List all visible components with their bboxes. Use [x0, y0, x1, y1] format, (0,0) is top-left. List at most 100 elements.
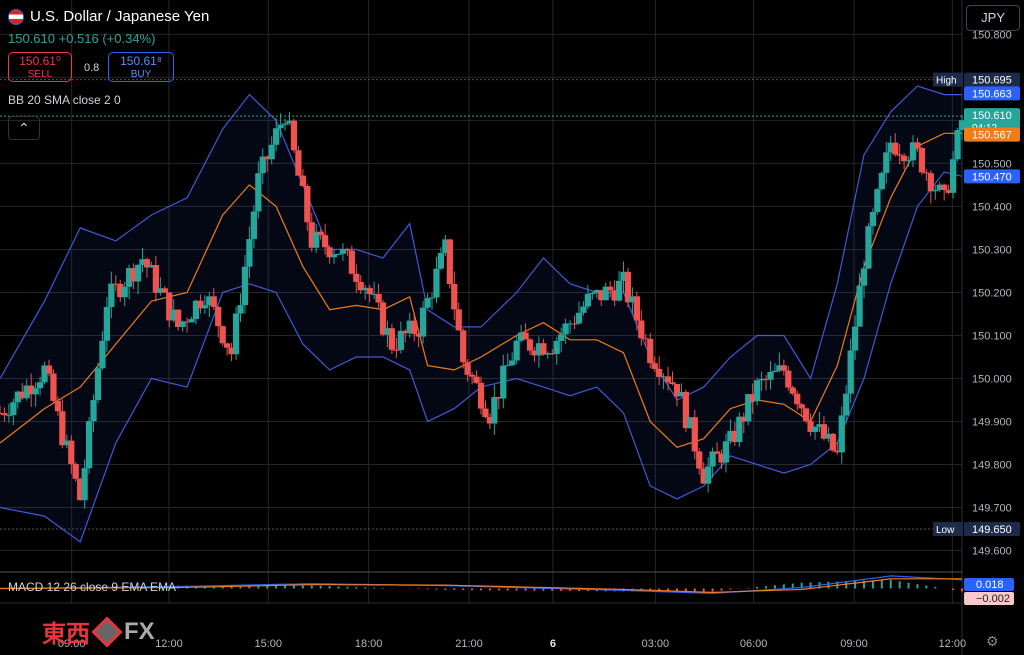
- candle-body: [526, 339, 534, 351]
- bollinger-indicator-label[interactable]: BB 20 SMA close 2 0: [8, 93, 121, 107]
- price-tag-value: 150.663: [972, 88, 1012, 100]
- candle-body: [451, 284, 458, 310]
- candle-body: [513, 340, 520, 361]
- candle-body: [954, 129, 961, 160]
- price-tag-value: 150.470: [972, 171, 1012, 183]
- candle-body: [428, 297, 436, 299]
- candle-body: [464, 362, 471, 375]
- sell-price: 150.61⁰: [19, 54, 61, 68]
- currency-select-button[interactable]: JPY: [966, 5, 1020, 31]
- candle-body: [713, 451, 721, 454]
- candle-body: [299, 175, 306, 186]
- candle-body: [918, 148, 926, 173]
- logo-diamond-icon: [91, 615, 123, 648]
- candle-body: [59, 411, 66, 446]
- collapse-legend-button[interactable]: ⌃: [8, 116, 40, 140]
- candle-body: [932, 190, 939, 192]
- x-tick-label: 09:00: [840, 638, 868, 650]
- candle-body: [509, 360, 516, 366]
- price-tag-label: High: [936, 76, 957, 87]
- candle-body: [656, 368, 663, 377]
- candle-body: [607, 286, 614, 291]
- gear-icon[interactable]: ⚙: [986, 633, 999, 650]
- brand-cjk: 東西: [42, 621, 90, 648]
- candle-body: [949, 159, 957, 193]
- candle-body: [927, 173, 934, 192]
- candle-body: [411, 320, 418, 334]
- candle-body: [295, 150, 302, 176]
- candle-body: [50, 373, 57, 401]
- candle-body: [874, 189, 881, 212]
- candle-body: [446, 239, 453, 285]
- y-tick-label: 149.800: [972, 459, 1012, 471]
- candle-body: [241, 266, 249, 306]
- candle-body: [504, 365, 511, 367]
- buy-button[interactable]: 150.61⁸ BUY: [108, 52, 174, 82]
- y-tick-label: 150.000: [972, 373, 1012, 385]
- candle-body: [892, 142, 899, 155]
- candle-body: [108, 283, 115, 307]
- candle-body: [883, 152, 890, 173]
- candle-body: [348, 250, 355, 274]
- candle-body: [722, 441, 730, 463]
- x-tick-label: 06:00: [740, 638, 768, 650]
- candle-body: [210, 296, 217, 307]
- candle-body: [477, 382, 485, 409]
- candle-body: [794, 393, 801, 405]
- price-tag-value: 150.567: [972, 130, 1012, 142]
- symbol-legend: U.S. Dollar / Japanese Yen: [8, 8, 209, 25]
- candle-body: [571, 323, 578, 325]
- candle-body: [941, 184, 948, 190]
- x-tick-label: 6: [550, 638, 556, 650]
- candle-body: [553, 340, 560, 355]
- brand-fx: FX: [124, 617, 155, 645]
- candle-body: [696, 451, 703, 469]
- candle-body: [865, 226, 872, 269]
- candle-body: [72, 463, 79, 479]
- candle-body: [669, 382, 676, 385]
- candle-body: [366, 287, 373, 295]
- macd-indicator-label[interactable]: MACD 12 26 close 9 EMA EMA: [8, 580, 176, 594]
- price-change-quote: 150.610 +0.516 (+0.34%): [8, 31, 156, 46]
- candle-body: [32, 388, 39, 395]
- candle-body: [94, 368, 102, 401]
- candle-body: [847, 350, 854, 394]
- candle-body: [290, 120, 298, 151]
- candle-body: [705, 466, 712, 484]
- candle-body: [330, 254, 338, 258]
- candle-body: [10, 402, 17, 416]
- candle-body: [664, 376, 672, 383]
- price-chart[interactable]: 0.018−0.002 150.800150.700150.600150.500…: [0, 0, 1024, 655]
- candle-body: [250, 211, 257, 240]
- candle-body: [215, 306, 222, 327]
- candle-body: [460, 330, 467, 363]
- candle-body: [5, 415, 13, 417]
- candle-body: [789, 387, 796, 394]
- candle-body: [829, 433, 836, 451]
- candle-body: [468, 374, 476, 377]
- candle-body: [691, 417, 698, 452]
- candle-body: [224, 343, 231, 348]
- candle-body: [437, 252, 445, 269]
- candle-body: [201, 305, 208, 309]
- candle-body: [647, 338, 654, 364]
- candle-body: [562, 323, 569, 335]
- y-tick-label: 149.700: [972, 502, 1012, 514]
- candle-body: [482, 408, 489, 418]
- macd-value-text: 0.018: [976, 579, 1004, 591]
- time-axis[interactable]: 09:00 12:00 15:00 18:00 21:00 6 03:00 06:00 09:0…: [58, 638, 966, 650]
- candle-body: [851, 326, 859, 351]
- candle-body: [856, 285, 863, 327]
- candle-body: [843, 393, 850, 416]
- y-tick-label: 149.600: [972, 545, 1012, 557]
- y-tick-label: 150.100: [972, 330, 1012, 342]
- candle-body: [255, 173, 262, 212]
- candle-body: [219, 326, 226, 344]
- buy-price: 150.61⁸: [120, 54, 162, 68]
- sell-button[interactable]: 150.61⁰ SELL: [8, 52, 72, 82]
- candle-body: [188, 319, 195, 323]
- y-tick-label: 150.400: [972, 201, 1012, 213]
- broker-logo: 東西 FX: [42, 614, 155, 649]
- candle-body: [90, 400, 97, 422]
- candle-body: [869, 211, 877, 227]
